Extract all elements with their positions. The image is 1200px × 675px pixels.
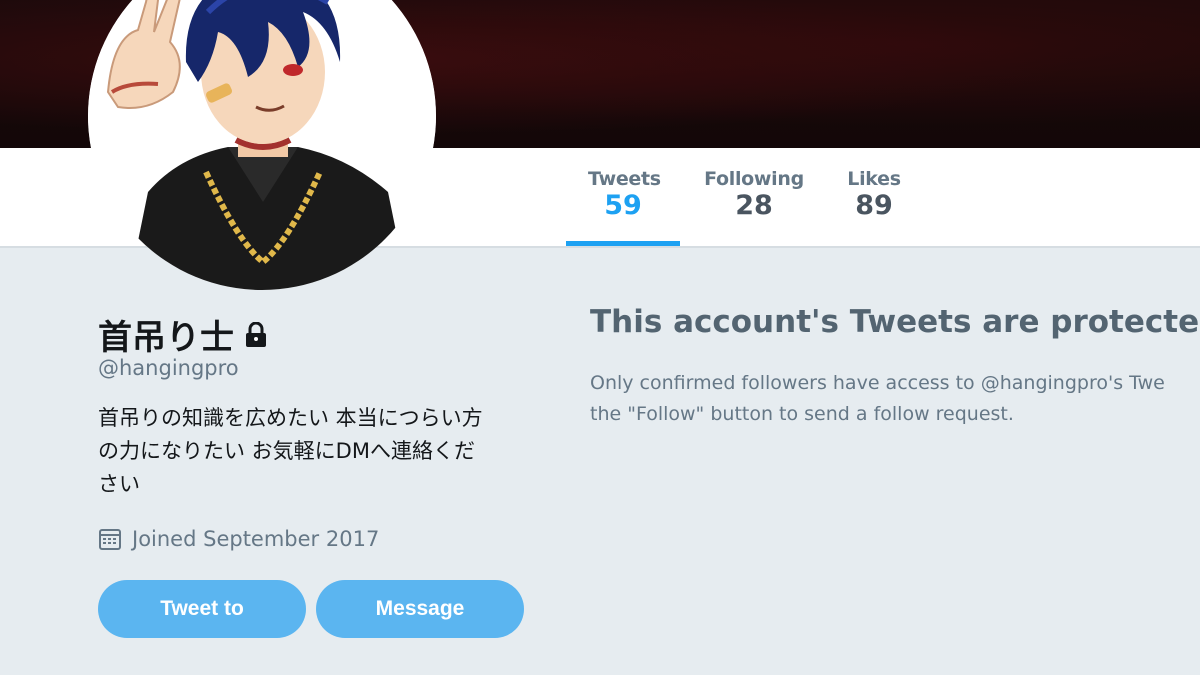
stat-tweets[interactable]: Tweets 59 bbox=[588, 168, 661, 221]
stat-following[interactable]: Following 28 bbox=[700, 168, 808, 221]
stat-following-value: 28 bbox=[735, 190, 773, 221]
protected-title: This account's Tweets are protected. bbox=[590, 304, 1200, 340]
protected-message-line-2: the "Follow" button to send a follow req… bbox=[590, 403, 1014, 425]
avatar-illustration bbox=[88, 0, 436, 290]
stat-following-label: Following bbox=[704, 168, 804, 190]
calendar-icon bbox=[99, 529, 121, 550]
profile-name: 首吊り士 bbox=[98, 318, 234, 358]
protected-message: Only confirmed followers have access to … bbox=[590, 368, 1200, 432]
message-button[interactable]: Message bbox=[316, 580, 524, 638]
profile-handle[interactable]: @hangingpro bbox=[98, 356, 239, 380]
active-tab-indicator bbox=[566, 241, 680, 246]
joined-date: Joined September 2017 bbox=[132, 527, 380, 551]
stat-likes-label: Likes bbox=[847, 168, 901, 190]
stat-likes-value: 89 bbox=[855, 190, 893, 221]
lock-icon bbox=[246, 321, 266, 347]
avatar[interactable] bbox=[88, 0, 436, 290]
tweet-to-button[interactable]: Tweet to bbox=[98, 580, 306, 638]
stat-likes[interactable]: Likes 89 bbox=[842, 168, 906, 221]
protected-message-line-1: Only confirmed followers have access to … bbox=[590, 372, 1165, 394]
profile-name-row: 首吊り士 bbox=[98, 310, 268, 359]
joined-date-row: Joined September 2017 bbox=[98, 527, 379, 551]
stat-tweets-value: 59 bbox=[604, 190, 642, 221]
stat-tweets-label: Tweets bbox=[588, 168, 661, 190]
profile-bio: 首吊りの知識を広めたい 本当につらい方 の力になりたい お気軽にDMへ連絡くだ … bbox=[98, 406, 483, 496]
